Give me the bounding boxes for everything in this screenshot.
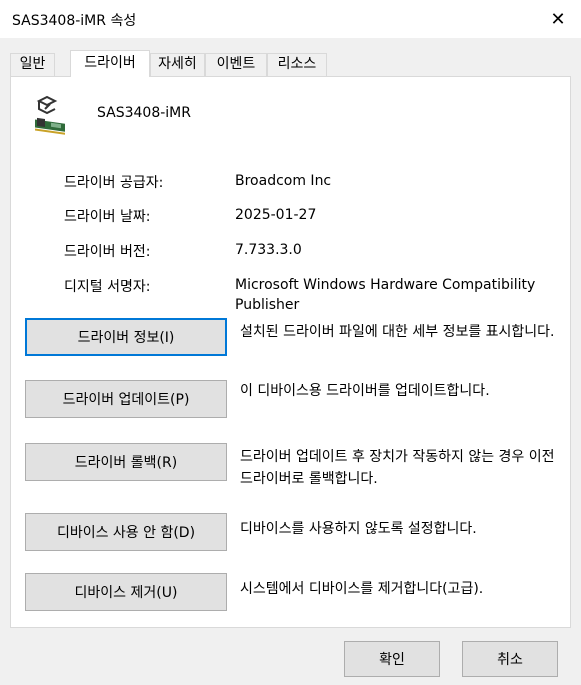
version-label: 드라이버 버전: [64, 244, 151, 260]
tab-general[interactable]: 일반 [10, 53, 55, 76]
rollback-driver-description: 드라이버 업데이트 후 장치가 작동하지 않는 경우 이전 드라이버로 롤백합니… [240, 449, 555, 487]
tab-driver[interactable]: 드라이버 [70, 50, 150, 77]
disable-device-button[interactable]: 디바이스 사용 안 함(D) [25, 513, 227, 551]
date-value: 2025-01-27 [235, 207, 317, 223]
title-bar: SAS3408-iMR 속성 ✕ [0, 0, 581, 38]
close-button[interactable]: ✕ [535, 0, 581, 38]
tab-events[interactable]: 이벤트 [205, 53, 267, 76]
signer-value: Microsoft Windows Hardware Compatibility… [235, 277, 536, 313]
provider-label: 드라이버 공급자: [64, 175, 164, 191]
update-driver-description: 이 디바이스용 드라이버를 업데이트합니다. [240, 383, 490, 399]
update-driver-button[interactable]: 드라이버 업데이트(P) [25, 380, 227, 418]
version-value: 7.733.3.0 [235, 242, 302, 258]
provider-value: Broadcom Inc [235, 173, 332, 189]
driver-details-description: 설치된 드라이버 파일에 대한 세부 정보를 표시합니다. [240, 324, 555, 340]
storage-controller-icon [35, 95, 65, 135]
tab-details[interactable]: 자세히 [150, 53, 205, 76]
window-title: SAS3408-iMR 속성 [12, 13, 137, 29]
disable-device-description: 디바이스를 사용하지 않도록 설정합니다. [240, 521, 477, 537]
driver-tab-panel: SAS3408-iMR 드라이버 공급자: Broadcom Inc 드라이버 … [10, 76, 571, 628]
rollback-driver-button[interactable]: 드라이버 롤백(R) [25, 443, 227, 481]
device-name: SAS3408-iMR [97, 105, 191, 121]
ok-button[interactable]: 확인 [344, 641, 440, 677]
signer-label: 디지털 서명자: [64, 279, 151, 295]
cancel-button[interactable]: 취소 [462, 641, 558, 677]
uninstall-device-description: 시스템에서 디바이스를 제거합니다(고급). [240, 581, 484, 597]
uninstall-device-button[interactable]: 디바이스 제거(U) [25, 573, 227, 611]
driver-details-button[interactable]: 드라이버 정보(I) [25, 318, 227, 356]
date-label: 드라이버 날짜: [64, 209, 151, 225]
close-icon: ✕ [550, 8, 566, 30]
tab-resources[interactable]: 리소스 [267, 53, 327, 76]
